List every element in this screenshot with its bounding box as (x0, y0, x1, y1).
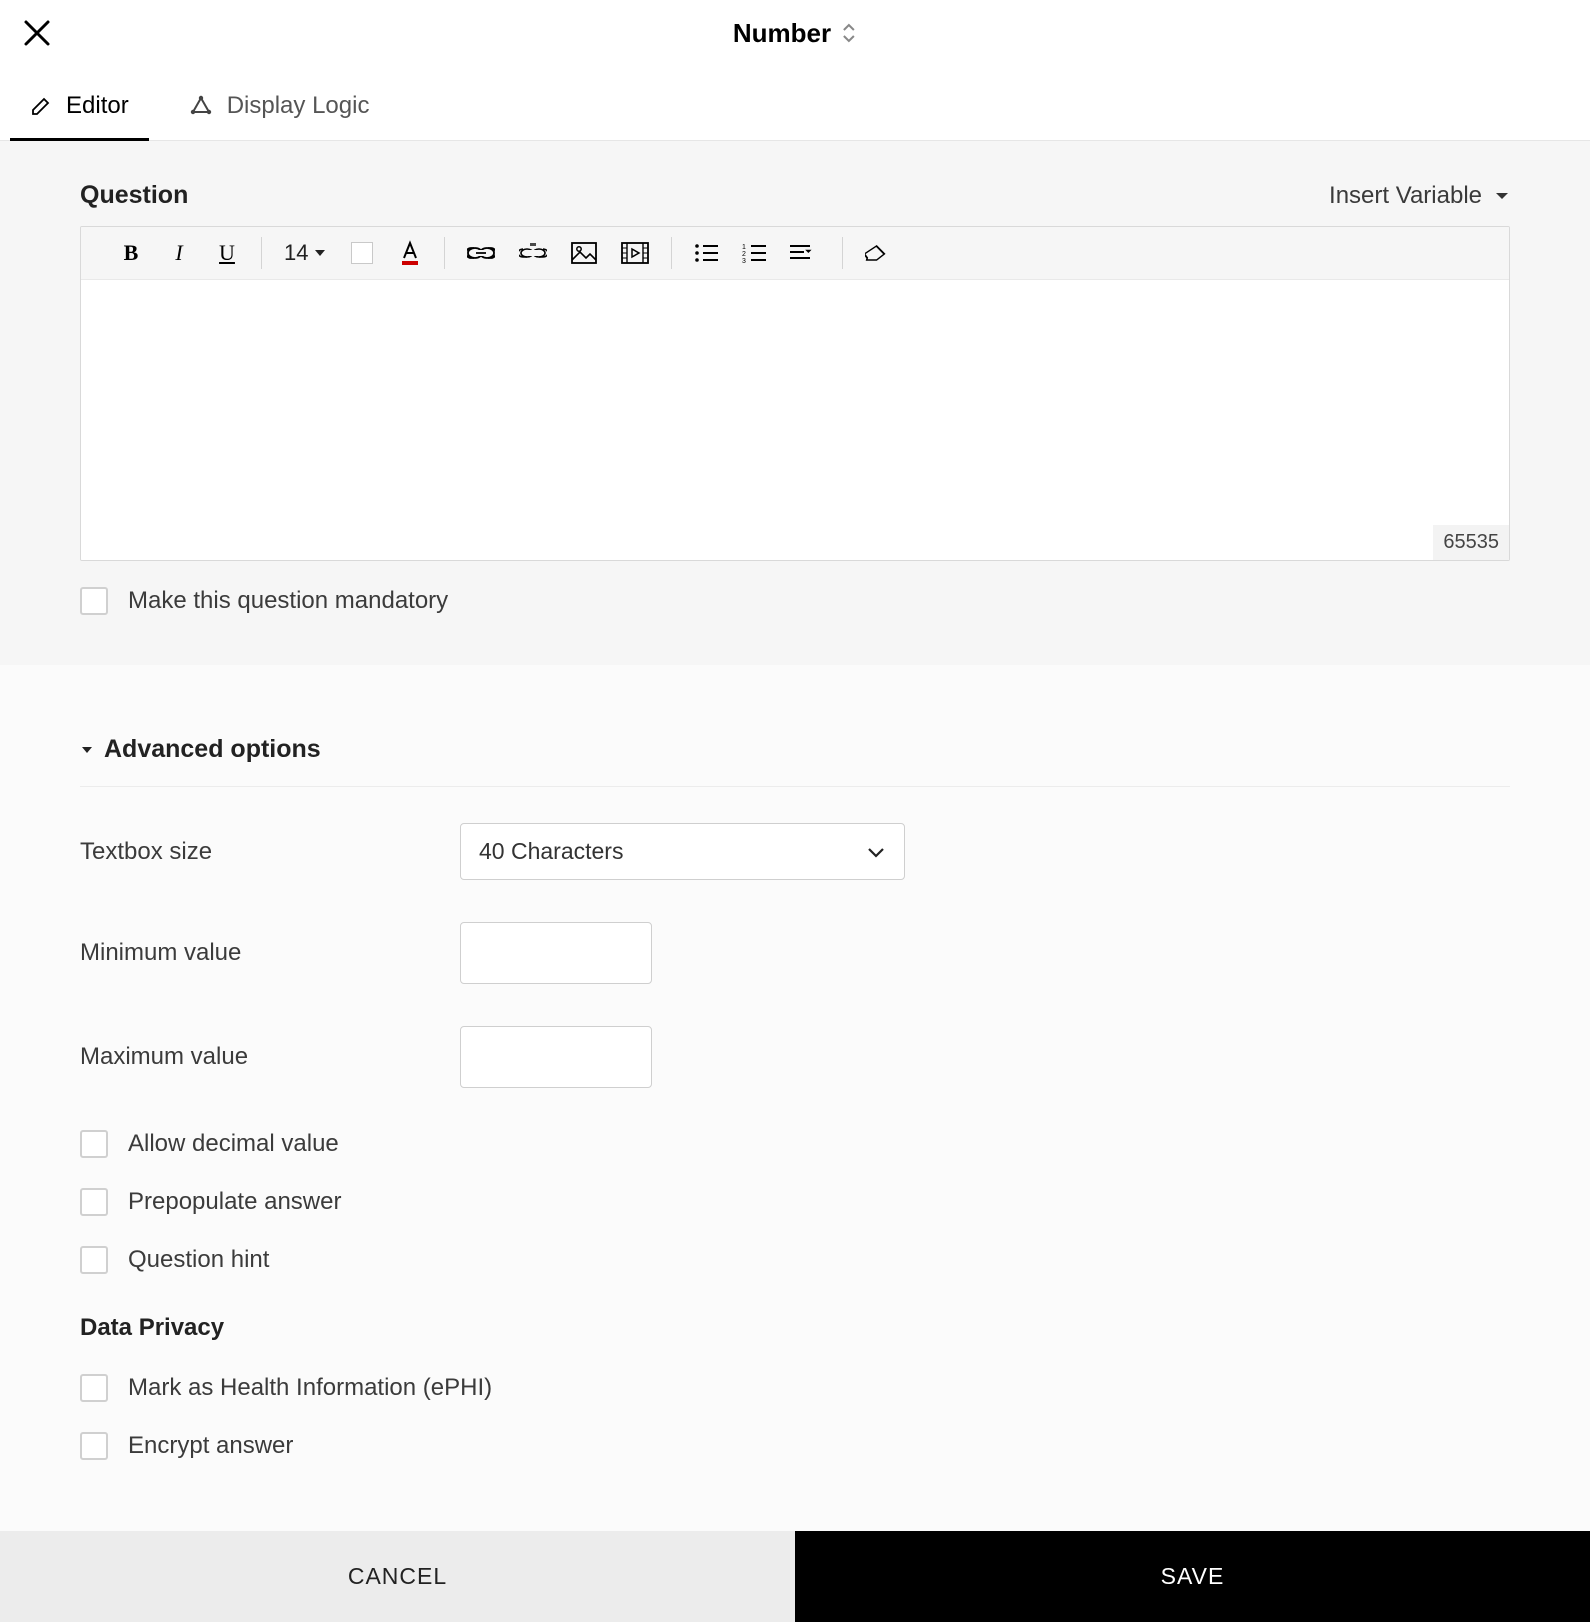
svg-text:3: 3 (742, 258, 746, 263)
sort-icon (841, 22, 857, 44)
link-button[interactable] (467, 239, 495, 267)
italic-icon: I (175, 240, 182, 266)
insert-variable-label: Insert Variable (1329, 182, 1482, 210)
video-icon (621, 242, 649, 264)
ephi-label: Mark as Health Information (ePHI) (128, 1374, 492, 1402)
svg-text:2: 2 (742, 251, 746, 258)
data-privacy-heading: Data Privacy (80, 1314, 1510, 1342)
underline-icon: U (219, 240, 235, 266)
min-value-label: Minimum value (80, 939, 460, 967)
prepopulate-label: Prepopulate answer (128, 1188, 341, 1216)
insert-variable-button[interactable]: Insert Variable (1329, 182, 1510, 210)
editor-toolbar: B I U 14 (81, 227, 1509, 280)
textbox-size-select[interactable]: 40 Characters (460, 823, 905, 880)
cancel-button[interactable]: CANCEL (0, 1531, 795, 1622)
question-hint-label: Question hint (128, 1246, 269, 1274)
mandatory-label: Make this question mandatory (128, 587, 448, 615)
page-title: Number (733, 18, 831, 49)
mandatory-checkbox[interactable] (80, 587, 108, 615)
background-color-button[interactable] (350, 239, 374, 267)
image-icon (571, 242, 597, 264)
textbox-size-label: Textbox size (80, 838, 460, 866)
allow-decimal-checkbox[interactable] (80, 1130, 108, 1158)
link-icon (467, 245, 495, 261)
encrypt-label: Encrypt answer (128, 1432, 293, 1460)
advanced-options-label: Advanced options (104, 735, 321, 764)
tab-editor[interactable]: Editor (22, 76, 137, 140)
italic-button[interactable]: I (167, 239, 191, 267)
align-button[interactable] (790, 239, 820, 267)
caret-down-icon (314, 248, 326, 258)
video-button[interactable] (621, 239, 649, 267)
numbered-list-button[interactable]: 123 (742, 239, 766, 267)
underline-button[interactable]: U (215, 239, 239, 267)
caret-down-icon (1494, 190, 1510, 202)
ephi-checkbox[interactable] (80, 1374, 108, 1402)
question-label: Question (80, 181, 188, 210)
max-value-input[interactable] (460, 1026, 652, 1088)
max-value-label: Maximum value (80, 1043, 460, 1071)
tab-display-logic-label: Display Logic (227, 92, 370, 120)
question-text-input[interactable]: 65535 (81, 280, 1509, 560)
min-value-input[interactable] (460, 922, 652, 984)
unlink-icon (519, 243, 547, 263)
bullet-list-icon (694, 243, 718, 263)
tab-display-logic[interactable]: Display Logic (181, 76, 378, 140)
save-button[interactable]: SAVE (795, 1531, 1590, 1622)
font-size-selector[interactable]: 14 (284, 240, 326, 266)
textbox-size-value: 40 Characters (479, 838, 623, 865)
rich-text-editor: B I U 14 (80, 226, 1510, 561)
char-count: 65535 (1433, 525, 1509, 560)
eraser-icon (865, 244, 891, 262)
tab-editor-label: Editor (66, 92, 129, 120)
bold-button[interactable]: B (119, 239, 143, 267)
image-button[interactable] (571, 239, 597, 267)
text-color-icon (398, 240, 422, 266)
close-icon (22, 18, 52, 48)
allow-decimal-label: Allow decimal value (128, 1130, 339, 1158)
text-color-button[interactable] (398, 239, 422, 267)
advanced-options-toggle[interactable]: Advanced options (80, 735, 1510, 787)
logic-icon (189, 95, 213, 117)
chevron-down-icon (866, 845, 886, 859)
caret-down-icon (80, 744, 94, 756)
question-type-selector[interactable]: Number (733, 18, 857, 49)
pencil-icon (30, 95, 52, 117)
clear-format-button[interactable] (865, 239, 891, 267)
numbered-list-icon: 123 (742, 243, 766, 263)
prepopulate-checkbox[interactable] (80, 1188, 108, 1216)
bold-icon: B (124, 240, 139, 266)
bullet-list-button[interactable] (694, 239, 718, 267)
close-button[interactable] (22, 18, 52, 48)
encrypt-checkbox[interactable] (80, 1432, 108, 1460)
question-hint-checkbox[interactable] (80, 1246, 108, 1274)
font-size-value: 14 (284, 240, 308, 266)
svg-text:1: 1 (742, 244, 746, 251)
unlink-button[interactable] (519, 239, 547, 267)
color-swatch-icon (351, 242, 373, 264)
align-icon (790, 243, 820, 263)
